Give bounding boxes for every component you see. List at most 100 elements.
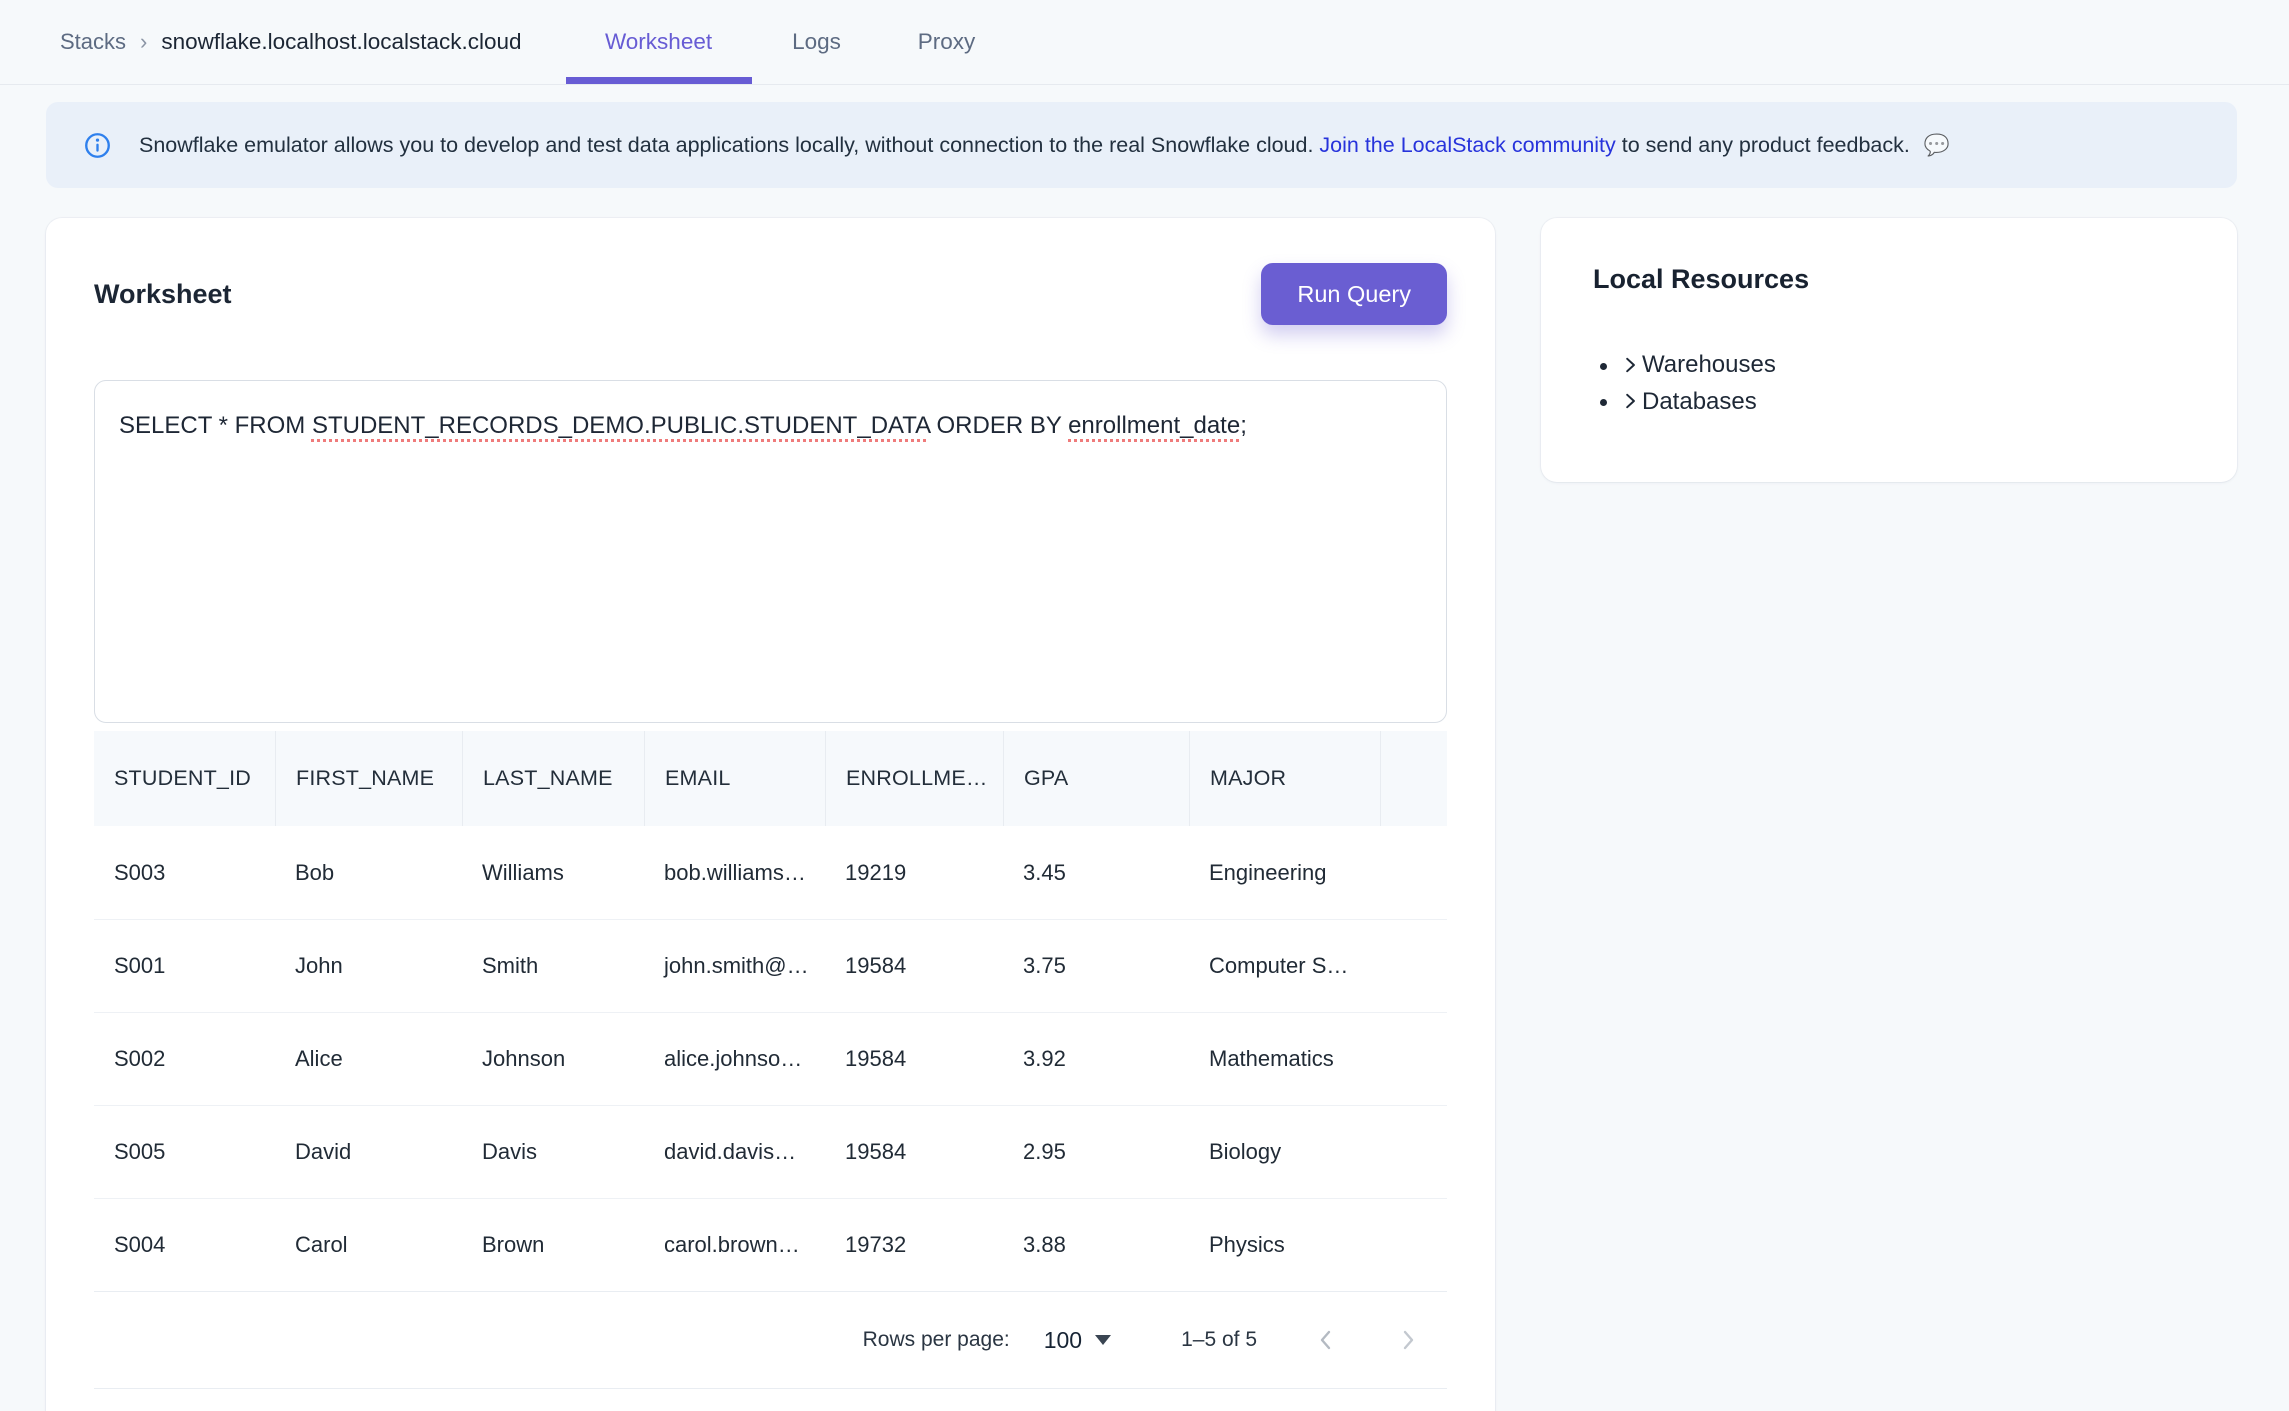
chevron-left-icon: [1313, 1327, 1339, 1353]
banner-text-after-link: to send any product feedback.: [1622, 133, 1910, 157]
table-cell: Mathematics: [1189, 1013, 1380, 1105]
table-cell: 3.88: [1003, 1199, 1189, 1291]
table-cell: S003: [94, 826, 275, 919]
breadcrumb-current-stack: snowflake.localhost.localstack.cloud: [161, 29, 521, 55]
tab-logs[interactable]: Logs: [752, 0, 882, 84]
local-resources-panel: Local Resources Warehouses Databases: [1541, 218, 2237, 482]
tree-item-databases[interactable]: Databases: [1621, 384, 1757, 419]
sql-column-identifier: enrollment_date: [1068, 412, 1240, 439]
banner-message: Snowflake emulator allows you to develop…: [139, 133, 1950, 158]
table-cell: John: [275, 920, 462, 1012]
table-cell: Johnson: [462, 1013, 644, 1105]
worksheet-title: Worksheet: [94, 279, 232, 310]
table-cell: S001: [94, 920, 275, 1012]
table-header-row: STUDENT_ID FIRST_NAME LAST_NAME EMAIL EN…: [94, 731, 1447, 826]
sql-terminator: ;: [1240, 412, 1247, 439]
table-cell: alice.johnso…: [644, 1013, 825, 1105]
table-cell: David: [275, 1106, 462, 1198]
table-cell: john.smith@…: [644, 920, 825, 1012]
column-header-email: EMAIL: [644, 731, 825, 826]
local-resources-title: Local Resources: [1593, 264, 2185, 295]
table-cell-spacer: [1380, 1013, 1447, 1105]
table-cell: 3.45: [1003, 826, 1189, 919]
banner-text-before-link: Snowflake emulator allows you to develop…: [139, 133, 1313, 157]
table-cell-spacer: [1380, 1106, 1447, 1198]
tab-logs-label: Logs: [792, 29, 841, 55]
rows-per-page-select[interactable]: 100: [1044, 1327, 1111, 1354]
localstack-community-link[interactable]: Join the LocalStack community: [1319, 133, 1615, 157]
pagination-bar: Rows per page: 100 1–5 of 5: [94, 1291, 1447, 1388]
dropdown-caret-icon: [1095, 1335, 1111, 1345]
tree-item-warehouses-label: Warehouses: [1642, 347, 1776, 382]
tree-item-warehouses[interactable]: Warehouses: [1621, 347, 1776, 382]
table-cell: carol.brown…: [644, 1199, 825, 1291]
table-cell: Bob: [275, 826, 462, 919]
top-navigation-bar: Stacks › snowflake.localhost.localstack.…: [0, 0, 2289, 85]
table-cell: bob.williams…: [644, 826, 825, 919]
table-cell: Physics: [1189, 1199, 1380, 1291]
table-cell: 19584: [825, 920, 1003, 1012]
breadcrumb-separator-icon: ›: [140, 29, 147, 55]
table-cell: Engineering: [1189, 826, 1380, 919]
breadcrumb-stacks-link[interactable]: Stacks: [60, 29, 126, 55]
info-banner: Snowflake emulator allows you to develop…: [46, 102, 2237, 188]
table-cell: Brown: [462, 1199, 644, 1291]
local-resources-list: Warehouses Databases: [1593, 347, 2185, 420]
table-cell: 19584: [825, 1013, 1003, 1105]
table-row: S002 Alice Johnson alice.johnso… 19584 3…: [94, 1012, 1447, 1105]
main-content: Worksheet Run Query SELECT * FROM STUDEN…: [46, 218, 2289, 1411]
speech-bubble-icon: 💬: [1924, 134, 1950, 157]
tab-worksheet[interactable]: Worksheet: [566, 0, 752, 84]
table-cell: 3.75: [1003, 920, 1189, 1012]
query-results-table: STUDENT_ID FIRST_NAME LAST_NAME EMAIL EN…: [94, 731, 1447, 1389]
info-icon: [84, 132, 111, 159]
table-cell: 19732: [825, 1199, 1003, 1291]
column-header-first-name: FIRST_NAME: [275, 731, 462, 826]
worksheet-panel: Worksheet Run Query SELECT * FROM STUDEN…: [46, 218, 1495, 1411]
table-cell: Carol: [275, 1199, 462, 1291]
table-cell: Smith: [462, 920, 644, 1012]
resources-list-item: Warehouses: [1621, 347, 2185, 384]
column-header-gpa: GPA: [1003, 731, 1189, 826]
sql-text: SELECT * FROM STUDENT_RECORDS_DEMO.PUBLI…: [119, 412, 1247, 439]
table-cell: 2.95: [1003, 1106, 1189, 1198]
table-cell: 3.92: [1003, 1013, 1189, 1105]
tab-proxy[interactable]: Proxy: [882, 0, 1012, 84]
sql-query-editor[interactable]: SELECT * FROM STUDENT_RECORDS_DEMO.PUBLI…: [94, 380, 1447, 723]
tab-proxy-label: Proxy: [918, 29, 976, 55]
column-header-enrollment: ENROLLME…: [825, 731, 1003, 826]
column-header-spacer: [1380, 731, 1447, 826]
table-cell: Davis: [462, 1106, 644, 1198]
rows-per-page-value: 100: [1044, 1327, 1082, 1354]
breadcrumb: Stacks › snowflake.localhost.localstack.…: [60, 0, 522, 84]
sql-keyword-segment: SELECT * FROM: [119, 412, 312, 439]
table-cell: S002: [94, 1013, 275, 1105]
tab-bar: Worksheet Logs Proxy: [566, 0, 1012, 84]
table-cell: Biology: [1189, 1106, 1380, 1198]
table-cell: Computer S…: [1189, 920, 1380, 1012]
previous-page-button[interactable]: [1313, 1327, 1339, 1353]
table-cell: 19219: [825, 826, 1003, 919]
pagination-range-label: 1–5 of 5: [1181, 1328, 1257, 1352]
table-body: S003 Bob Williams bob.williams… 19219 3.…: [94, 826, 1447, 1291]
table-cell-spacer: [1380, 1199, 1447, 1291]
resources-list-item: Databases: [1621, 384, 2185, 421]
table-row: S005 David Davis david.davis… 19584 2.95…: [94, 1105, 1447, 1198]
sql-orderby-segment: ORDER BY: [930, 412, 1068, 439]
table-cell-spacer: [1380, 920, 1447, 1012]
chevron-right-icon: [1395, 1327, 1421, 1353]
chevron-right-icon: [1621, 356, 1639, 374]
tree-item-databases-label: Databases: [1642, 384, 1757, 419]
table-row: S004 Carol Brown carol.brown… 19732 3.88…: [94, 1198, 1447, 1291]
table-row: S001 John Smith john.smith@… 19584 3.75 …: [94, 919, 1447, 1012]
table-cell-spacer: [1380, 826, 1447, 919]
next-page-button[interactable]: [1395, 1327, 1421, 1353]
table-cell: 19584: [825, 1106, 1003, 1198]
chevron-right-icon: [1621, 392, 1639, 410]
sql-table-identifier: STUDENT_RECORDS_DEMO.PUBLIC.STUDENT_DATA: [312, 412, 930, 439]
column-header-student-id: STUDENT_ID: [94, 731, 275, 826]
column-header-major: MAJOR: [1189, 731, 1380, 826]
run-query-button[interactable]: Run Query: [1261, 263, 1447, 325]
tab-worksheet-label: Worksheet: [605, 29, 712, 55]
table-cell: S005: [94, 1106, 275, 1198]
